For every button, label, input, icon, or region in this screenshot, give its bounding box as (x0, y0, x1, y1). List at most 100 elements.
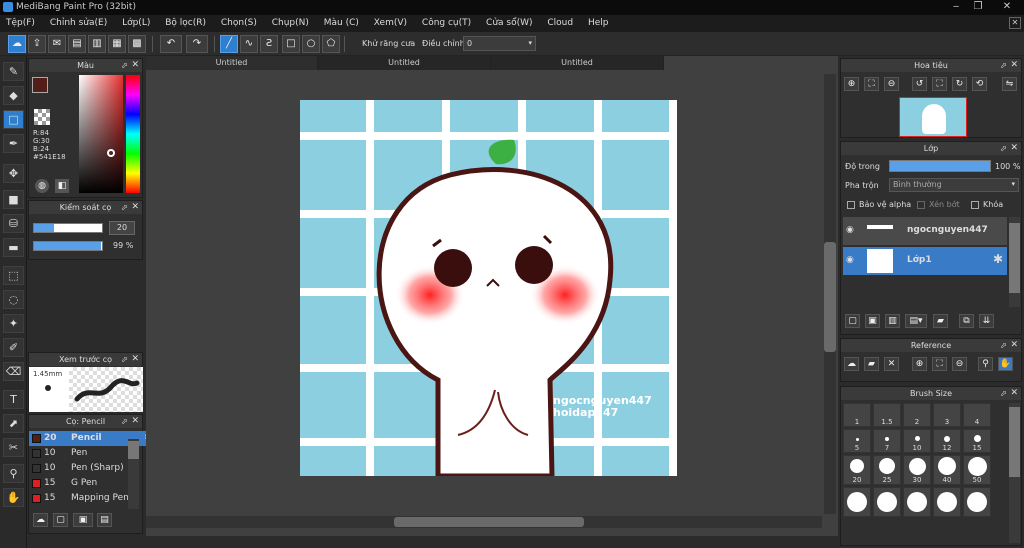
size-cell[interactable]: 50 (963, 455, 991, 485)
folder-icon[interactable]: ▰ (933, 314, 948, 328)
cloud-brush-icon[interactable]: ☁ (33, 513, 48, 527)
tiles-icon[interactable]: ▩ (128, 35, 146, 53)
size-cell[interactable] (903, 487, 931, 517)
size-slider[interactable] (33, 223, 103, 233)
lasso-tool-icon[interactable]: ◌ (3, 290, 24, 309)
scroll-thumb[interactable] (128, 441, 139, 459)
polygon-tool-icon[interactable]: ⬠ (322, 35, 340, 53)
menu-close-icon[interactable]: ✕ (1009, 17, 1021, 29)
zoom-in-icon[interactable]: ⊕ (844, 77, 859, 91)
zoom-out-icon[interactable]: ⊖ (884, 77, 899, 91)
clip-checkbox[interactable] (917, 201, 925, 209)
size-cell[interactable]: 12 (933, 429, 961, 453)
cloud-icon[interactable]: ☁ (844, 357, 859, 371)
brush-size-scrollbar[interactable] (1009, 403, 1020, 543)
document-icon[interactable]: ▥ (88, 35, 106, 53)
eyedropper-icon[interactable]: ⚲ (978, 357, 993, 371)
hue-slider[interactable] (126, 75, 140, 193)
minimize-button[interactable]: ‒ (944, 0, 968, 13)
size-cell[interactable] (933, 487, 961, 517)
cloud-icon[interactable]: ☁ (8, 35, 26, 53)
zoom-in-icon[interactable]: ⊕ (912, 357, 927, 371)
layer-row-text[interactable]: ◉ ngocnguyen447 (843, 217, 1007, 245)
menu-file[interactable]: Tệp(F) (0, 15, 41, 32)
menu-cloud[interactable]: Cloud (541, 15, 579, 32)
new-layer-icon[interactable]: ▢ (845, 314, 860, 328)
eye-icon[interactable]: ◉ (846, 255, 854, 265)
gear-icon[interactable]: ✱ (993, 252, 1003, 266)
pen-tool-icon[interactable]: ✒ (3, 134, 24, 153)
bucket-tool-icon[interactable]: ⛁ (3, 214, 24, 233)
size-cell[interactable]: 15 (963, 429, 991, 453)
horizontal-scroll-thumb[interactable] (394, 517, 584, 527)
size-cell[interactable]: 25 (873, 455, 901, 485)
select-rect-icon[interactable]: ⬚ (3, 266, 24, 285)
select-eraser-icon[interactable]: ⌫ (3, 362, 24, 381)
comment-icon[interactable]: ✉ (48, 35, 66, 53)
select-pen-icon[interactable]: ✐ (3, 338, 24, 357)
saturation-value-picker[interactable] (79, 75, 123, 193)
brush-tool-icon[interactable]: ✎ (3, 62, 24, 81)
add-layer-menu-icon[interactable]: ▤▾ (905, 314, 927, 328)
size-cell[interactable] (843, 487, 871, 517)
fit-icon[interactable]: ⛶ (932, 357, 947, 371)
size-cell[interactable]: 2 (903, 403, 931, 427)
vertical-scroll-thumb[interactable] (824, 242, 836, 352)
color-mode-icon[interactable]: ◧ (55, 179, 69, 193)
ellipse-tool-icon[interactable]: ○ (302, 35, 320, 53)
merge-layer-icon[interactable]: ⇊ (979, 314, 994, 328)
eyedropper-icon[interactable]: ⚲ (3, 464, 24, 483)
menu-filter[interactable]: Bộ lọc(R) (159, 15, 212, 32)
menu-select[interactable]: Chọn(S) (215, 15, 263, 32)
artwork-canvas[interactable]: ngocnguyen447 hoidap247 (300, 100, 677, 476)
brush-size-scroll-thumb[interactable] (1009, 407, 1020, 477)
divide-tool-icon[interactable]: ✂ (3, 438, 24, 457)
size-cell[interactable]: 10 (903, 429, 931, 453)
menu-window[interactable]: Cửa sổ(W) (480, 15, 538, 32)
size-value[interactable]: 20 (109, 221, 135, 235)
polyline-tool-icon[interactable]: Ƨ (260, 35, 278, 53)
zoom-fit-icon[interactable]: ⛶ (864, 77, 879, 91)
layer-scroll-thumb[interactable] (1009, 223, 1020, 293)
new-8bit-layer-icon[interactable]: ▥ (885, 314, 900, 328)
close-icon[interactable]: ✕ (884, 357, 899, 371)
brush-settings-icon[interactable]: ▤ (97, 513, 112, 527)
menu-help[interactable]: Help (582, 15, 615, 32)
undo-icon[interactable]: ↶ (160, 35, 182, 53)
rotate-left-icon[interactable]: ↺ (912, 77, 927, 91)
text-tool-icon[interactable]: T (3, 390, 24, 409)
menu-tools[interactable]: Công cụ(T) (416, 15, 477, 32)
menu-color[interactable]: Màu (C) (318, 15, 365, 32)
gradient-tool-icon[interactable]: ▬ (3, 238, 24, 257)
navigator-thumbnail[interactable] (899, 97, 967, 137)
size-cell[interactable]: 40 (933, 455, 961, 485)
size-cell[interactable]: 4 (963, 403, 991, 427)
operation-tool-icon[interactable]: ⬈ (3, 414, 24, 433)
blend-dropdown[interactable]: Bình thường ▾ (889, 178, 1019, 192)
new-brush-icon[interactable]: ▢ (53, 513, 68, 527)
layer-row-selected[interactable]: ◉ Lớp1 ✱ (843, 247, 1007, 275)
eraser-tool-icon[interactable]: ◆ (3, 86, 24, 105)
primary-color-swatch[interactable] (32, 77, 48, 93)
horizontal-scrollbar[interactable] (146, 516, 822, 528)
protect-alpha-checkbox[interactable] (847, 201, 855, 209)
open-folder-icon[interactable]: ▰ (864, 357, 879, 371)
magic-wand-icon[interactable]: ✦ (3, 314, 24, 333)
vertical-scrollbar[interactable] (824, 74, 836, 514)
layer-opacity-slider[interactable] (889, 160, 991, 172)
size-cell[interactable] (963, 487, 991, 517)
menu-view[interactable]: Xem(V) (368, 15, 413, 32)
opacity-slider[interactable] (33, 241, 103, 251)
move-tool-icon[interactable]: ✥ (3, 164, 24, 183)
tab-untitled-3[interactable]: Untitled (491, 56, 664, 70)
adjust-dropdown[interactable]: 0 ▾ (463, 36, 536, 51)
lock-checkbox[interactable] (971, 201, 979, 209)
line-tool-icon[interactable]: ╱ (220, 35, 238, 53)
brush-list-scrollbar[interactable] (128, 439, 139, 509)
size-cell[interactable]: 20 (843, 455, 871, 485)
size-cell[interactable]: 3 (933, 403, 961, 427)
flip-icon[interactable]: ⇋ (1002, 77, 1017, 91)
curve-tool-icon[interactable]: ∿ (240, 35, 258, 53)
hand-tool-icon[interactable]: ✋ (3, 488, 24, 507)
picker-cursor[interactable] (107, 149, 115, 157)
